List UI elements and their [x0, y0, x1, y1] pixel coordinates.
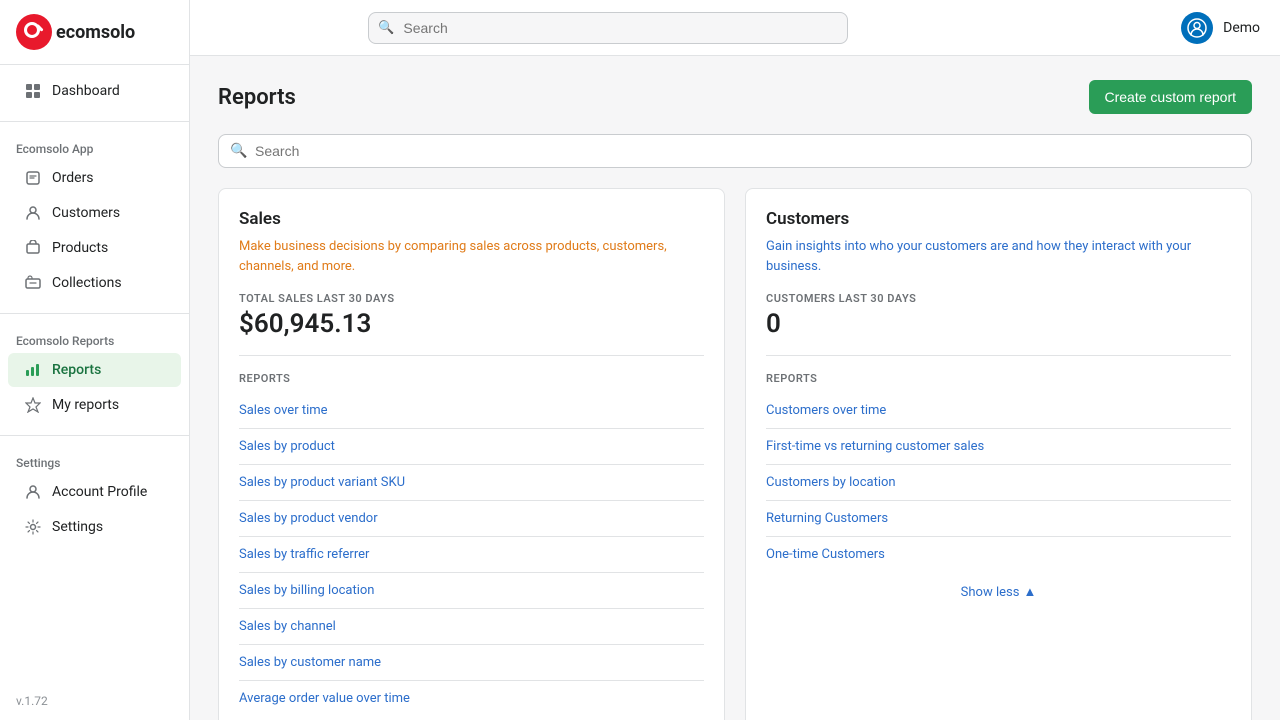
report-link-sales-by-variant-sku[interactable]: Sales by product variant SKU	[239, 465, 704, 501]
customers-icon	[24, 204, 42, 222]
main-content: Reports Create custom report 🔍 Sales Mak…	[190, 56, 1280, 720]
sidebar-item-reports[interactable]: Reports	[8, 353, 181, 387]
sidebar: ecomsolo Dashboard Ecomsolo App Orders	[0, 0, 190, 720]
user-name: Demo	[1223, 20, 1260, 36]
customers-label: Customers	[52, 205, 120, 221]
reports-search-bar: 🔍	[218, 134, 1252, 168]
ecomsolo-app-section: Ecomsolo App Orders Customers Products	[0, 126, 189, 309]
main-nav-section: Dashboard	[0, 65, 189, 117]
sales-card: Sales Make business decisions by compari…	[218, 188, 725, 720]
report-link-sales-by-channel[interactable]: Sales by channel	[239, 609, 704, 645]
sidebar-item-products[interactable]: Products	[8, 231, 181, 265]
reports-search-icon: 🔍	[230, 143, 247, 159]
orders-icon	[24, 169, 42, 187]
sidebar-item-account-profile[interactable]: Account Profile	[8, 475, 181, 509]
collections-label: Collections	[52, 275, 122, 291]
report-link-sales-by-billing-location[interactable]: Sales by billing location	[239, 573, 704, 609]
report-link-customers-over-time[interactable]: Customers over time	[766, 393, 1231, 429]
sidebar-item-dashboard[interactable]: Dashboard	[8, 74, 181, 108]
settings-label: Settings	[52, 519, 103, 535]
reports-section: Ecomsolo Reports Reports My reports	[0, 318, 189, 431]
customers-stat-value: 0	[766, 309, 1231, 356]
nav-separator-1	[0, 121, 189, 122]
collections-icon	[24, 274, 42, 292]
sales-reports-label: REPORTS	[239, 372, 704, 385]
report-link-sales-over-time[interactable]: Sales over time	[239, 393, 704, 429]
account-profile-icon	[24, 483, 42, 501]
reports-cards-grid: Sales Make business decisions by compari…	[218, 188, 1252, 720]
customers-card: Customers Gain insights into who your cu…	[745, 188, 1252, 720]
sales-card-title: Sales	[239, 209, 704, 229]
top-search-icon: 🔍	[378, 20, 394, 35]
topbar: 🔍 Demo	[190, 0, 1280, 56]
account-profile-label: Account Profile	[52, 484, 147, 500]
settings-icon	[24, 518, 42, 536]
sidebar-item-my-reports[interactable]: My reports	[8, 388, 181, 422]
version-label: v.1.72	[0, 682, 189, 720]
my-reports-label: My reports	[52, 397, 119, 413]
sales-stat-label: TOTAL SALES LAST 30 DAYS	[239, 292, 704, 305]
customers-stat-label: CUSTOMERS LAST 30 DAYS	[766, 292, 1231, 305]
products-icon	[24, 239, 42, 257]
report-link-returning-customers[interactable]: Returning Customers	[766, 501, 1231, 537]
report-link-average-order-value[interactable]: Average order value over time	[239, 681, 704, 716]
report-link-sales-by-product[interactable]: Sales by product	[239, 429, 704, 465]
brand-name: ecomsolo	[56, 22, 135, 43]
avatar	[1181, 12, 1213, 44]
report-link-one-time-customers[interactable]: One-time Customers	[766, 537, 1231, 572]
reports-section-label: Ecomsolo Reports	[0, 326, 189, 352]
top-search-bar: 🔍	[368, 12, 848, 44]
customers-card-title: Customers	[766, 209, 1231, 229]
nav-separator-2	[0, 313, 189, 314]
customers-show-less[interactable]: Show less ▲	[766, 572, 1231, 600]
reports-icon	[24, 361, 42, 379]
create-custom-report-button[interactable]: Create custom report	[1089, 80, 1253, 114]
sales-card-description: Make business decisions by comparing sal…	[239, 237, 704, 276]
report-link-sales-by-vendor[interactable]: Sales by product vendor	[239, 501, 704, 537]
my-reports-icon	[24, 396, 42, 414]
page-title: Reports	[218, 85, 296, 110]
sales-stat-value: $60,945.13	[239, 309, 704, 356]
sidebar-item-settings[interactable]: Settings	[8, 510, 181, 544]
report-link-sales-by-customer-name[interactable]: Sales by customer name	[239, 645, 704, 681]
customers-card-description: Gain insights into who your customers ar…	[766, 237, 1231, 276]
report-link-customers-by-location[interactable]: Customers by location	[766, 465, 1231, 501]
report-link-first-time-vs-returning[interactable]: First-time vs returning customer sales	[766, 429, 1231, 465]
reports-search-input[interactable]	[218, 134, 1252, 168]
ecomsolo-app-label: Ecomsolo App	[0, 134, 189, 160]
orders-label: Orders	[52, 170, 94, 186]
products-label: Products	[52, 240, 108, 256]
top-search-input[interactable]	[368, 12, 848, 44]
topbar-right: Demo	[1181, 12, 1260, 44]
logo-area: ecomsolo	[0, 0, 189, 65]
customers-show-less-label: Show less	[961, 585, 1020, 600]
customers-chevron-up-icon: ▲	[1023, 584, 1036, 600]
sidebar-item-collections[interactable]: Collections	[8, 266, 181, 300]
reports-nav-label: Reports	[52, 362, 101, 378]
page-header: Reports Create custom report	[218, 80, 1252, 114]
sidebar-item-orders[interactable]: Orders	[8, 161, 181, 195]
dashboard-icon	[24, 82, 42, 100]
report-link-sales-by-traffic-referrer[interactable]: Sales by traffic referrer	[239, 537, 704, 573]
sales-show-less[interactable]: Show less ▲	[239, 716, 704, 720]
settings-section: Settings Account Profile Settings	[0, 440, 189, 553]
settings-section-label: Settings	[0, 448, 189, 474]
ecomsolo-logo	[16, 14, 52, 50]
sidebar-item-customers[interactable]: Customers	[8, 196, 181, 230]
dashboard-label: Dashboard	[52, 83, 120, 99]
customers-reports-label: REPORTS	[766, 372, 1231, 385]
nav-separator-3	[0, 435, 189, 436]
